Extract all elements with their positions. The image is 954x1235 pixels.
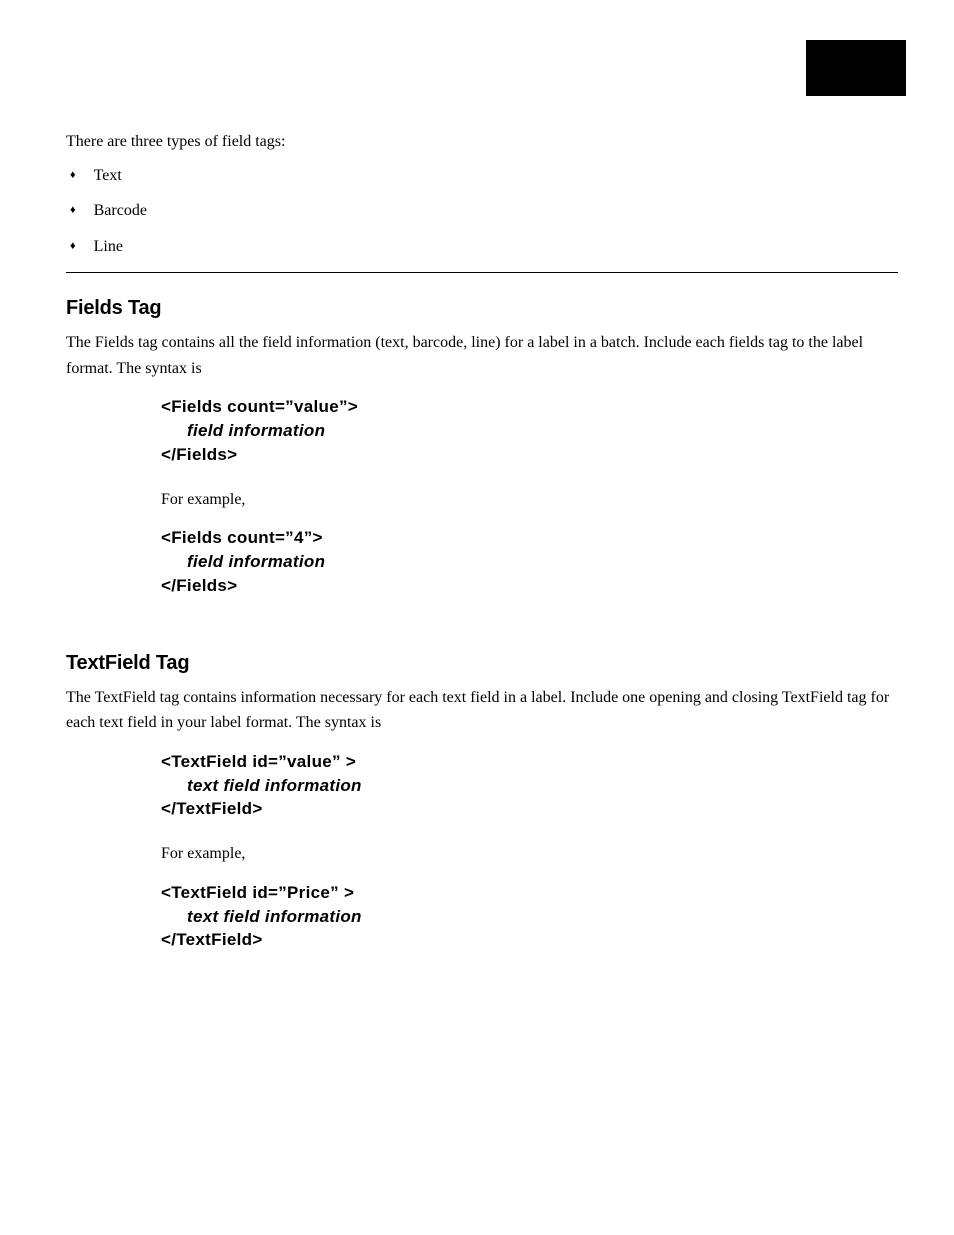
page-marker [806,40,906,96]
bullet-icon: ♦ [70,204,76,216]
textfield-syntax-code: <TextField id=”value” > text field infor… [161,750,898,821]
textfield-example-code: <TextField id=”Price” > text field infor… [161,881,898,952]
fields-syntax-code: <Fields count=”value”> field information… [161,395,898,466]
bullet-icon: ♦ [70,169,76,181]
textfield-section: TextField Tag The TextField tag contains… [66,652,898,953]
list-item: ♦ Barcode [70,200,898,222]
section-divider [66,272,898,273]
fields-example-label: For example, [161,487,898,513]
textfield-example-label: For example, [161,841,898,867]
document-page: There are three types of field tags: ♦ Te… [0,0,954,1235]
list-item: ♦ Line [70,236,898,258]
intro-text: There are three types of field tags: [66,130,898,155]
textfield-description: The TextField tag contains information n… [66,685,898,736]
fields-description: The Fields tag contains all the field in… [66,330,898,381]
list-item-label: Line [94,236,123,258]
tag-type-list: ♦ Text ♦ Barcode ♦ Line [66,165,898,258]
list-item: ♦ Text [70,165,898,187]
fields-heading: Fields Tag [66,297,898,320]
fields-example-code: <Fields count=”4”> field information </F… [161,526,898,597]
textfield-heading: TextField Tag [66,652,898,675]
list-item-label: Barcode [94,200,147,222]
bullet-icon: ♦ [70,240,76,252]
page-content: There are three types of field tags: ♦ Te… [66,130,898,972]
list-item-label: Text [94,165,122,187]
